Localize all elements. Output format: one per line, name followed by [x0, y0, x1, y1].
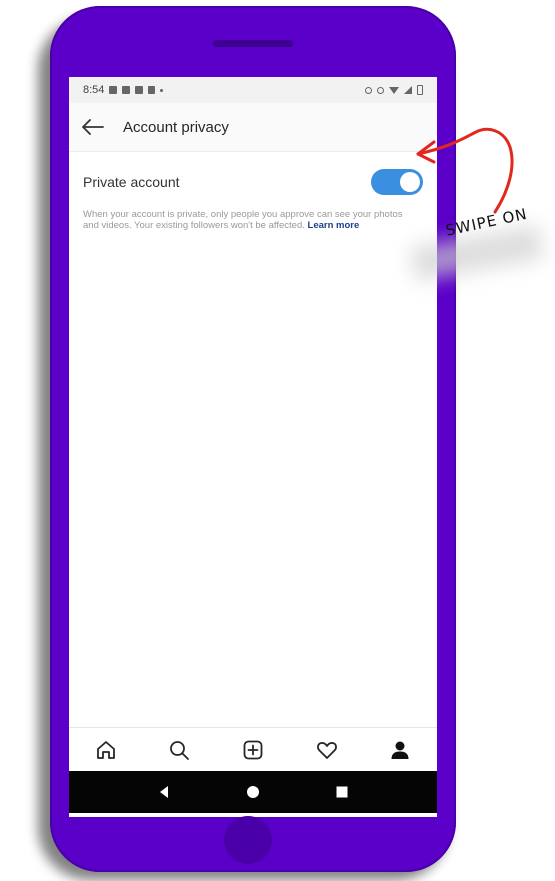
app-header: Account privacy — [69, 103, 437, 152]
phone-screen: 8:54 Account privacy Private account Whe… — [69, 77, 437, 817]
back-triangle-icon — [159, 786, 168, 798]
recents-square-icon — [336, 786, 348, 798]
nav-back-button[interactable] — [149, 777, 179, 807]
add-post-icon — [243, 740, 263, 760]
home-circle-icon — [246, 786, 259, 798]
tab-activity[interactable] — [307, 730, 347, 770]
back-arrow-icon — [82, 119, 104, 135]
nav-recents-button[interactable] — [327, 777, 357, 807]
signal-icon — [404, 86, 412, 94]
status-left: 8:54 — [83, 84, 164, 96]
phone-speaker — [213, 40, 293, 47]
more-notifications-icon — [160, 88, 164, 92]
tab-add-post[interactable] — [233, 730, 273, 770]
tab-home[interactable] — [86, 730, 126, 770]
search-icon — [170, 741, 190, 760]
profile-icon — [391, 741, 409, 759]
app-notification-icon — [148, 86, 156, 94]
private-account-row: Private account — [69, 165, 437, 199]
home-icon — [96, 741, 115, 759]
status-bar: 8:54 — [69, 77, 437, 103]
battery-icon — [417, 85, 423, 95]
heart-icon — [316, 742, 337, 759]
learn-more-link[interactable]: Learn more — [308, 220, 360, 231]
wifi-icon — [389, 86, 399, 94]
annotation-arrow-icon — [416, 127, 514, 214]
bottom-tab-bar — [69, 727, 437, 772]
notification-icon — [109, 86, 118, 94]
tab-search[interactable] — [159, 730, 199, 770]
alarm-icon — [365, 86, 372, 94]
privacy-description: When your account is private, only peopl… — [83, 209, 413, 231]
private-account-label: Private account — [83, 174, 180, 190]
phone-home-button[interactable] — [224, 816, 272, 864]
data-saver-icon — [377, 86, 384, 94]
back-button[interactable] — [71, 103, 115, 151]
tab-profile[interactable] — [380, 730, 420, 770]
android-navigation-bar — [69, 771, 437, 813]
nav-home-button[interactable] — [238, 777, 268, 807]
status-time: 8:54 — [83, 84, 105, 96]
page-title: Account privacy — [123, 118, 229, 136]
calendar-icon-2 — [135, 86, 144, 94]
phone-frame: 8:54 Account privacy Private account Whe… — [50, 6, 456, 872]
status-right — [365, 85, 423, 95]
calendar-icon — [122, 86, 131, 94]
